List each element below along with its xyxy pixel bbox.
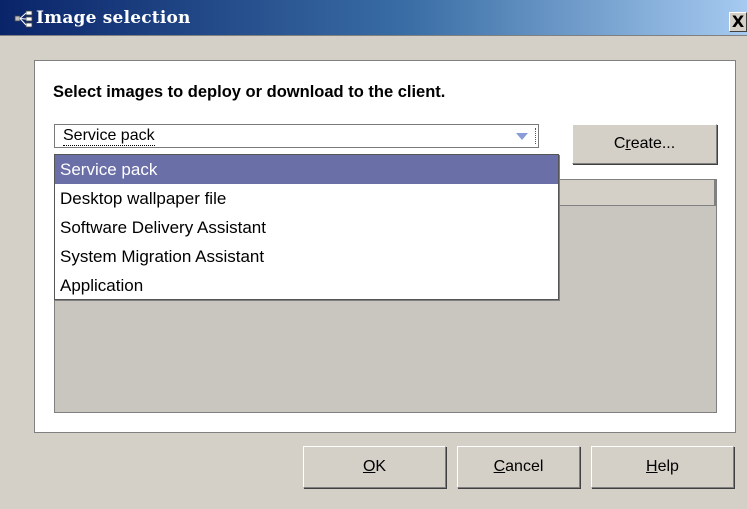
instruction-text: Select images to deploy or download to t… bbox=[53, 83, 446, 101]
title-bar[interactable]: Image selection X bbox=[0, 0, 747, 36]
help-button[interactable]: Help bbox=[591, 446, 734, 488]
close-button[interactable]: X bbox=[729, 12, 747, 32]
dropdown-item-system-migration[interactable]: System Migration Assistant bbox=[55, 242, 558, 271]
help-mnemonic: H bbox=[646, 458, 658, 475]
network-nodes-icon bbox=[14, 10, 33, 28]
ok-button[interactable]: OK bbox=[303, 446, 446, 488]
dropdown-item-service-pack[interactable]: Service pack bbox=[55, 155, 558, 184]
create-button[interactable]: Create... bbox=[572, 124, 717, 164]
combo-selected-value: Service pack bbox=[63, 127, 155, 146]
create-label-pre: C bbox=[613, 135, 626, 152]
close-icon: X bbox=[731, 12, 745, 31]
ok-mnemonic: O bbox=[362, 458, 376, 475]
cancel-label-post: ancel bbox=[505, 458, 544, 475]
combo-focus-divider bbox=[535, 128, 536, 144]
image-type-dropdown[interactable]: Service pack Desktop wallpaper file Soft… bbox=[54, 154, 559, 300]
window-title: Image selection bbox=[36, 8, 191, 28]
dropdown-item-software-delivery[interactable]: Software Delivery Assistant bbox=[55, 213, 558, 242]
image-selection-dialog: Image selection X Select images to deplo… bbox=[0, 0, 747, 509]
dropdown-item-application[interactable]: Application bbox=[55, 271, 558, 300]
create-label-post: eate... bbox=[630, 135, 676, 152]
ok-label-post: K bbox=[375, 458, 387, 475]
cancel-mnemonic: C bbox=[493, 458, 506, 475]
image-type-combo[interactable]: Service pack bbox=[54, 124, 539, 148]
help-label-post: elp bbox=[657, 458, 679, 475]
content-panel: Select images to deploy or download to t… bbox=[34, 60, 736, 433]
dropdown-item-desktop-wallpaper[interactable]: Desktop wallpaper file bbox=[55, 184, 558, 213]
cancel-button[interactable]: Cancel bbox=[457, 446, 580, 488]
chevron-down-icon[interactable] bbox=[516, 133, 528, 140]
